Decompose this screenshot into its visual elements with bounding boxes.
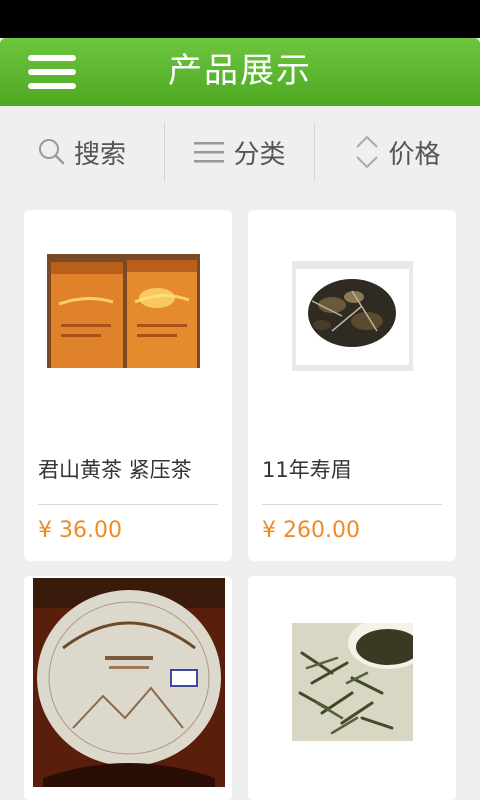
product-name: 11年寿眉 — [262, 458, 352, 482]
yellow-tea-packages-image — [47, 254, 200, 368]
search-icon — [38, 139, 65, 165]
product-image[interactable] — [33, 578, 225, 787]
card-divider — [38, 504, 218, 505]
search-label: 搜索 — [73, 139, 126, 170]
product-image[interactable] — [47, 254, 200, 368]
product-card[interactable] — [248, 576, 456, 800]
white-tea-cake-image — [33, 578, 225, 787]
product-price: ¥ 260.00 — [262, 518, 360, 543]
page-title: 产品展示 — [168, 51, 312, 91]
app-header: 产品展示 — [0, 38, 480, 106]
category-button[interactable]: 分类 — [165, 124, 314, 180]
product-image[interactable] — [292, 261, 413, 371]
product-card[interactable] — [24, 576, 232, 800]
product-card[interactable]: 君山黄茶 紧压茶 ¥ 36.00 — [24, 210, 232, 561]
list-icon — [194, 142, 225, 163]
product-card[interactable]: 11年寿眉 ¥ 260.00 — [248, 210, 456, 561]
search-button[interactable]: 搜索 — [0, 124, 164, 180]
status-bar — [0, 0, 480, 38]
price-sort-button[interactable]: 价格 — [315, 124, 480, 180]
shoumei-leaves-image — [292, 261, 413, 371]
card-divider — [262, 504, 442, 505]
price-label: 价格 — [388, 139, 441, 170]
filter-bar: 搜索 分类 价格 — [0, 106, 480, 196]
product-image[interactable] — [292, 623, 413, 741]
sort-icon — [356, 135, 379, 169]
green-tea-leaves-image — [292, 623, 413, 741]
product-name: 君山黄茶 紧压茶 — [38, 458, 192, 482]
category-label: 分类 — [233, 139, 286, 170]
product-price: ¥ 36.00 — [38, 518, 122, 543]
